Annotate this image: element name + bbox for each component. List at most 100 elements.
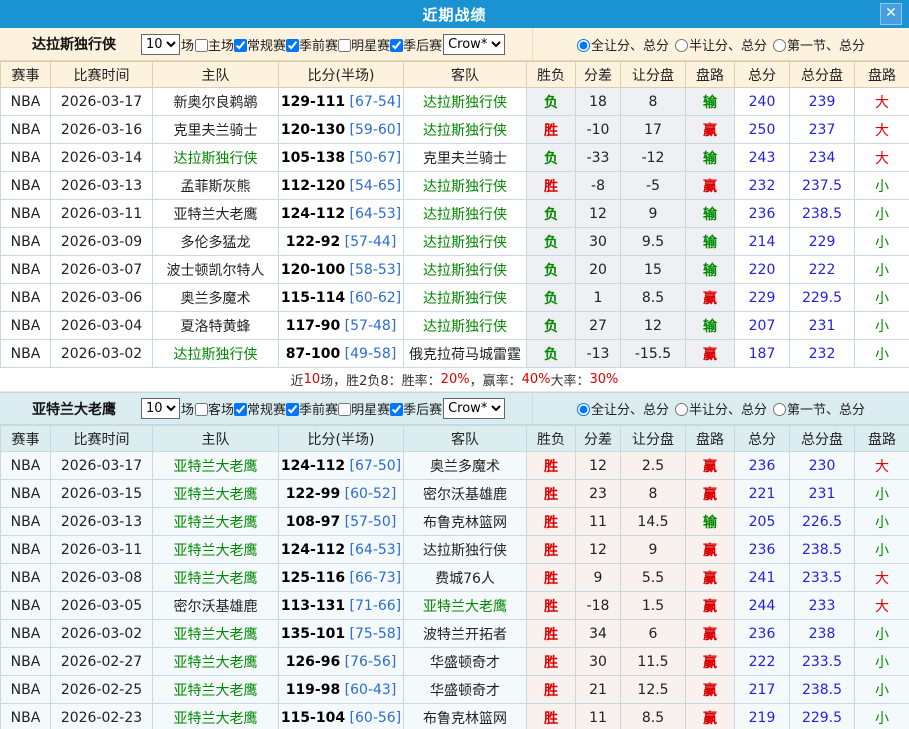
odds-type-radio[interactable] — [577, 403, 590, 416]
cell-date: 2026-03-13 — [51, 172, 153, 200]
full-score: 113-131 — [281, 598, 345, 614]
cell-league: NBA — [1, 480, 51, 508]
cell-over-under: 大 — [855, 144, 909, 172]
filter-checkbox[interactable] — [390, 39, 403, 52]
cell-over-under: 小 — [855, 704, 909, 729]
cell-home-team: 克里夫兰骑士 — [153, 116, 279, 144]
half-score: [59-60] — [345, 122, 401, 138]
radio-label: 全让分、总分 — [591, 39, 669, 54]
odds-type-radio[interactable] — [675, 39, 688, 52]
full-score: 135-101 — [281, 626, 345, 642]
odds-type-radio-半让分、总分: 半让分、总分 — [675, 399, 767, 418]
filter-label: 季前赛 — [299, 403, 338, 418]
cell-score: 87-100 [49-58] — [279, 340, 404, 368]
cell-home-team: 密尔沃基雄鹿 — [153, 592, 279, 620]
summary-segment: ，赢率： — [470, 370, 522, 389]
filter-checkbox[interactable] — [286, 403, 299, 416]
cell-score: 126-96 [76-56] — [279, 648, 404, 676]
filter-label: 主场 — [208, 39, 234, 54]
cell-home-team: 奥兰多魔术 — [153, 284, 279, 312]
filter-客场: 客场 — [195, 403, 234, 418]
cell-total-line: 229.5 — [790, 284, 855, 312]
cell-point-diff: 18 — [576, 88, 621, 116]
radio-label: 第一节、总分 — [787, 39, 865, 54]
half-score: [71-66] — [345, 598, 401, 614]
cell-total-points: 236 — [735, 200, 790, 228]
cell-league: NBA — [1, 312, 51, 340]
bookmaker-select[interactable]: Crow* — [443, 34, 505, 55]
cell-total-line: 239 — [790, 88, 855, 116]
games-count-select[interactable]: 10 — [141, 34, 180, 55]
games-count-select[interactable]: 10 — [141, 398, 180, 419]
cell-over-under: 小 — [855, 340, 909, 368]
cell-handicap-line: 11.5 — [621, 648, 686, 676]
half-score: [67-50] — [345, 458, 401, 474]
cell-home-team: 多伦多猛龙 — [153, 228, 279, 256]
cell-over-under: 大 — [855, 564, 909, 592]
game-row: NBA2026-03-11亚特兰大老鹰124-112 [64-53]达拉斯独行侠… — [1, 536, 909, 564]
cell-total-line: 238.5 — [790, 676, 855, 704]
game-row: NBA2026-02-25亚特兰大老鹰119-98 [60-43]华盛顿奇才胜2… — [1, 676, 909, 704]
filter-checkbox[interactable] — [195, 403, 208, 416]
cell-win-loss: 负 — [527, 340, 576, 368]
summary-segment: 场，胜2负8：胜率： — [320, 370, 441, 389]
cell-score: 105-138 [50-67] — [279, 144, 404, 172]
filter-checkbox[interactable] — [390, 403, 403, 416]
cell-score: 112-120 [54-65] — [279, 172, 404, 200]
column-header: 总分盘 — [790, 426, 855, 452]
cell-score: 113-131 [71-66] — [279, 592, 404, 620]
cell-home-team: 达拉斯独行侠 — [153, 340, 279, 368]
window-title: 近期战绩 — [422, 4, 486, 25]
close-button[interactable]: ✕ — [880, 3, 902, 25]
odds-type-radio-第一节、总分: 第一节、总分 — [773, 399, 865, 418]
cell-away-team: 密尔沃基雄鹿 — [404, 480, 527, 508]
cell-home-team: 波士顿凯尔特人 — [153, 256, 279, 284]
filter-checkbox[interactable] — [338, 403, 351, 416]
odds-type-radio[interactable] — [675, 403, 688, 416]
cell-away-team: 布鲁克林篮网 — [404, 508, 527, 536]
half-score: [57-50] — [340, 514, 396, 530]
cell-total-points: 229 — [735, 284, 790, 312]
half-score: [57-48] — [340, 318, 396, 334]
cell-total-points: 217 — [735, 676, 790, 704]
cell-handicap-result: 输 — [686, 200, 735, 228]
odds-type-radio[interactable] — [773, 403, 786, 416]
odds-type-radio[interactable] — [577, 39, 590, 52]
filter-常规赛: 常规赛 — [234, 39, 286, 54]
cell-score: 117-90 [57-48] — [279, 312, 404, 340]
cell-point-diff: 27 — [576, 312, 621, 340]
filter-checkbox[interactable] — [234, 39, 247, 52]
table-body: NBA2026-03-17亚特兰大老鹰124-112 [67-50]奥兰多魔术胜… — [1, 452, 909, 729]
filter-checkbox[interactable] — [286, 39, 299, 52]
filter-checkbox[interactable] — [195, 39, 208, 52]
cell-win-loss: 负 — [527, 88, 576, 116]
filter-checkbox[interactable] — [234, 403, 247, 416]
cell-win-loss: 胜 — [527, 116, 576, 144]
cell-away-team: 达拉斯独行侠 — [404, 88, 527, 116]
cell-home-team: 亚特兰大老鹰 — [153, 564, 279, 592]
cell-handicap-result: 赢 — [686, 620, 735, 648]
cell-league: NBA — [1, 564, 51, 592]
full-score: 124-112 — [281, 206, 345, 222]
cell-win-loss: 胜 — [527, 592, 576, 620]
bookmaker-select[interactable]: Crow* — [443, 398, 505, 419]
game-row: NBA2026-03-02达拉斯独行侠87-100 [49-58]俄克拉荷马城雷… — [1, 340, 909, 368]
cell-point-diff: 30 — [576, 648, 621, 676]
summary-segment: 10 — [304, 372, 321, 387]
cell-total-points: 187 — [735, 340, 790, 368]
filter-checkbox[interactable] — [338, 39, 351, 52]
results-table-dallas: 赛事比赛时间主队比分(半场)客队胜负分差让分盘盘路总分总分盘盘路 NBA2026… — [0, 61, 909, 368]
odds-type-radio-全让分、总分: 全让分、总分 — [577, 35, 669, 54]
cell-date: 2026-03-05 — [51, 592, 153, 620]
odds-type-radio[interactable] — [773, 39, 786, 52]
summary-segment: 近 — [291, 370, 304, 389]
cell-point-diff: 1 — [576, 284, 621, 312]
cell-score: 119-98 [60-43] — [279, 676, 404, 704]
cell-score: 124-112 [64-53] — [279, 200, 404, 228]
cell-point-diff: 9 — [576, 564, 621, 592]
column-header: 比赛时间 — [51, 426, 153, 452]
cell-handicap-line: 9 — [621, 536, 686, 564]
cell-home-team: 亚特兰大老鹰 — [153, 620, 279, 648]
cell-handicap-result: 输 — [686, 256, 735, 284]
cell-win-loss: 胜 — [527, 508, 576, 536]
